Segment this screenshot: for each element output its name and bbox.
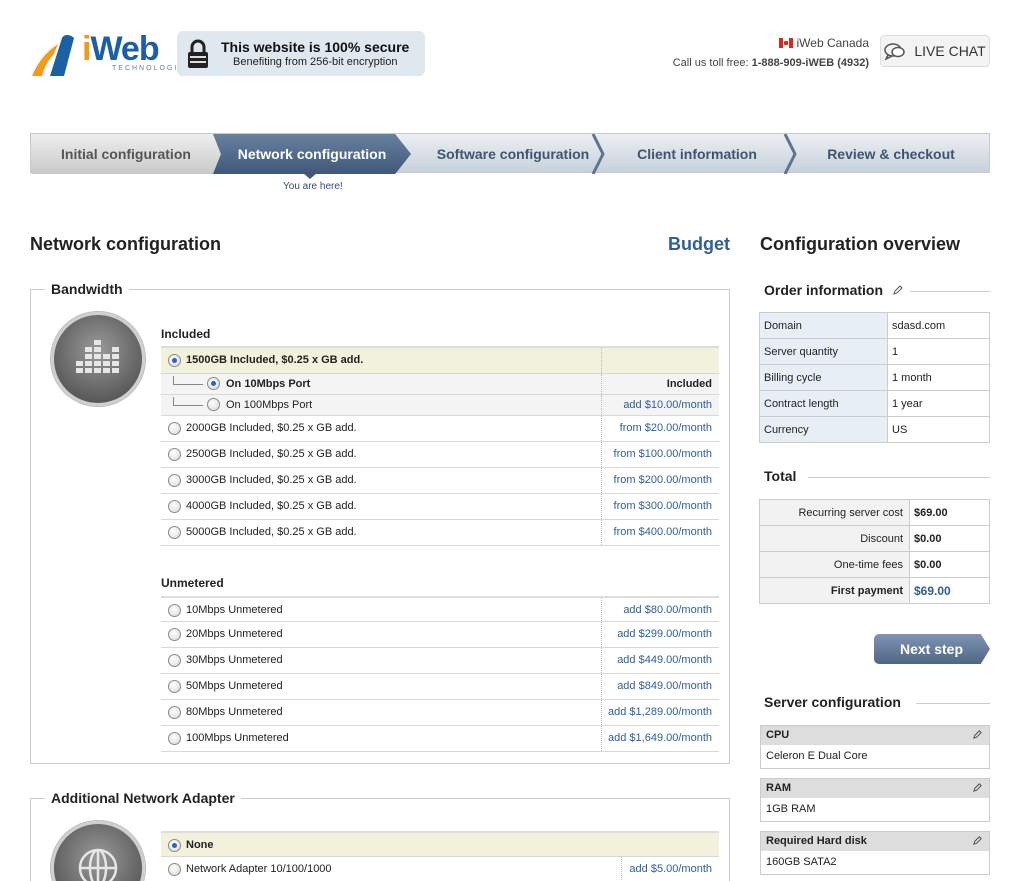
server-config-hard-disk: Required Hard disk 160GB SATA2 — [760, 831, 990, 875]
unmetered-option[interactable]: 80Mbps Unmetered add $1,289.00/month — [161, 700, 719, 726]
secure-banner: This website is 100% secure Benefiting f… — [177, 31, 425, 76]
table-row: Domain sdasd.com — [759, 312, 990, 339]
secure-subtitle: Benefiting from 256-bit encryption — [233, 56, 398, 68]
table-row: Recurring server cost $69.00 — [759, 499, 990, 526]
unmetered-option[interactable]: 50Mbps Unmetered add $849.00/month — [161, 674, 719, 700]
phone-info: Call us toll free: 1-888-909-iWEB (4932) — [672, 57, 869, 69]
network-adapter-legend: Additional Network Adapter — [45, 790, 241, 806]
server-config-cpu: CPU Celeron E Dual Core — [760, 725, 990, 769]
table-row: Billing cycle 1 month — [759, 364, 990, 391]
bandwidth-option[interactable]: 4000GB Included, $0.25 x GB add. from $3… — [161, 494, 719, 520]
radio-button[interactable] — [168, 732, 181, 745]
radio-button[interactable] — [168, 628, 181, 641]
budget-link[interactable]: Budget — [668, 234, 730, 255]
chat-icon — [884, 43, 906, 60]
server-configuration-heading: Server configuration — [760, 694, 990, 710]
radio-button[interactable] — [168, 654, 181, 667]
table-row: Currency US — [759, 416, 990, 443]
iweb-logo[interactable]: iWeb TECHNOLOGIES — [28, 28, 190, 80]
order-information-heading: Order information — [760, 282, 990, 298]
table-row: One-time fees $0.00 — [759, 551, 990, 578]
hard-disk-label: Required Hard disk — [766, 835, 867, 847]
first-payment-value: $69.00 — [909, 577, 990, 604]
radio-button[interactable] — [168, 474, 181, 487]
cpu-value: Celeron E Dual Core — [761, 745, 989, 768]
radio-button[interactable] — [168, 680, 181, 693]
included-label: Included — [161, 327, 211, 341]
table-row: First payment $69.00 — [759, 577, 990, 604]
logo-text: iWeb — [82, 30, 160, 68]
tree-connector — [173, 376, 203, 385]
bandwidth-option[interactable]: 3000GB Included, $0.25 x GB add. from $2… — [161, 468, 719, 494]
unmetered-option[interactable]: 20Mbps Unmetered add $299.00/month — [161, 622, 719, 648]
bandwidth-option[interactable]: 2000GB Included, $0.25 x GB add. from $2… — [161, 416, 719, 442]
radio-button[interactable] — [207, 377, 220, 390]
cpu-label: CPU — [766, 729, 790, 741]
step-network-configuration[interactable]: Network configuration — [213, 134, 411, 174]
table-row: Contract length 1 year — [759, 390, 990, 417]
adapter-option[interactable]: None — [161, 831, 719, 857]
next-step-button[interactable]: Next step — [874, 634, 990, 664]
region-label: iWeb Canada — [796, 36, 870, 50]
secure-title: This website is 100% secure — [221, 39, 410, 55]
bandwidth-option[interactable]: 2500GB Included, $0.25 x GB add. from $1… — [161, 442, 719, 468]
radio-button[interactable] — [168, 839, 181, 852]
step-separator — [591, 134, 605, 174]
table-row: Discount $0.00 — [759, 525, 990, 552]
overview-title: Configuration overview — [760, 234, 961, 254]
total-table: Recurring server cost $69.00 Discount $0.0… — [759, 499, 990, 604]
radio-button[interactable] — [168, 604, 181, 617]
bandwidth-section: Bandwidth Included 1500GB Included, $0.2… — [30, 281, 730, 764]
current-step-pointer — [302, 172, 318, 179]
page-title: Network configuration — [30, 234, 222, 254]
radio-button[interactable] — [168, 354, 181, 367]
live-chat-button[interactable]: LIVE CHAT — [880, 35, 990, 67]
bandwidth-icon — [51, 312, 145, 406]
network-adapter-section: Additional Network Adapter None Network … — [30, 790, 730, 881]
radio-button[interactable] — [168, 448, 181, 461]
adapter-option[interactable]: Network Adapter 10/100/1000 add $5.00/mo… — [161, 857, 719, 881]
step-review-checkout[interactable]: Review & checkout — [793, 134, 989, 174]
phone-number: 1-888-909-iWEB (4932) — [751, 57, 869, 69]
region-selector[interactable]: iWeb Canada — [778, 36, 870, 50]
bandwidth-option[interactable]: 1500GB Included, $0.25 x GB add. — [161, 346, 719, 374]
radio-button[interactable] — [168, 706, 181, 719]
table-row: Server quantity 1 — [759, 338, 990, 365]
tree-connector — [173, 397, 203, 406]
step-software-configuration[interactable]: Software configuration — [413, 134, 613, 174]
you-are-here-label: You are here! — [283, 181, 343, 192]
pencil-icon[interactable] — [892, 284, 904, 296]
globe-icon — [51, 821, 145, 881]
order-information-table: Domain sdasd.com Server quantity 1 Billing… — [759, 312, 990, 443]
total-heading: Total — [760, 468, 990, 484]
live-chat-label: LIVE CHAT — [914, 43, 986, 59]
step-client-information[interactable]: Client information — [609, 134, 785, 174]
unmetered-option[interactable]: 100Mbps Unmetered add $1,649.00/month — [161, 726, 719, 752]
pencil-icon[interactable] — [972, 729, 983, 740]
unmetered-option[interactable]: 10Mbps Unmetered add $80.00/month — [161, 596, 719, 622]
radio-button[interactable] — [207, 398, 220, 411]
lock-icon — [188, 39, 208, 68]
logo-mark-icon — [32, 35, 74, 76]
flag-icon — [778, 38, 793, 48]
radio-button[interactable] — [168, 863, 181, 876]
radio-button[interactable] — [168, 526, 181, 539]
unmetered-label: Unmetered — [161, 576, 224, 590]
bandwidth-legend: Bandwidth — [45, 281, 129, 297]
radio-button[interactable] — [168, 500, 181, 513]
port-option[interactable]: On 100Mbps Port add $10.00/month — [161, 395, 719, 416]
ram-label: RAM — [766, 782, 792, 794]
hard-disk-value: 160GB SATA2 — [761, 851, 989, 874]
step-initial-configuration[interactable]: Initial configuration — [31, 134, 221, 174]
pencil-icon[interactable] — [972, 782, 983, 793]
pencil-icon[interactable] — [972, 835, 983, 846]
ram-value: 1GB RAM — [761, 798, 989, 821]
unmetered-option[interactable]: 30Mbps Unmetered add $449.00/month — [161, 648, 719, 674]
bandwidth-option[interactable]: 5000GB Included, $0.25 x GB add. from $4… — [161, 520, 719, 546]
server-config-ram: RAM 1GB RAM — [760, 778, 990, 822]
radio-button[interactable] — [168, 422, 181, 435]
checkout-steps: Initial configuration Network configurat… — [30, 133, 990, 174]
port-option[interactable]: On 10Mbps Port Included — [161, 374, 719, 395]
